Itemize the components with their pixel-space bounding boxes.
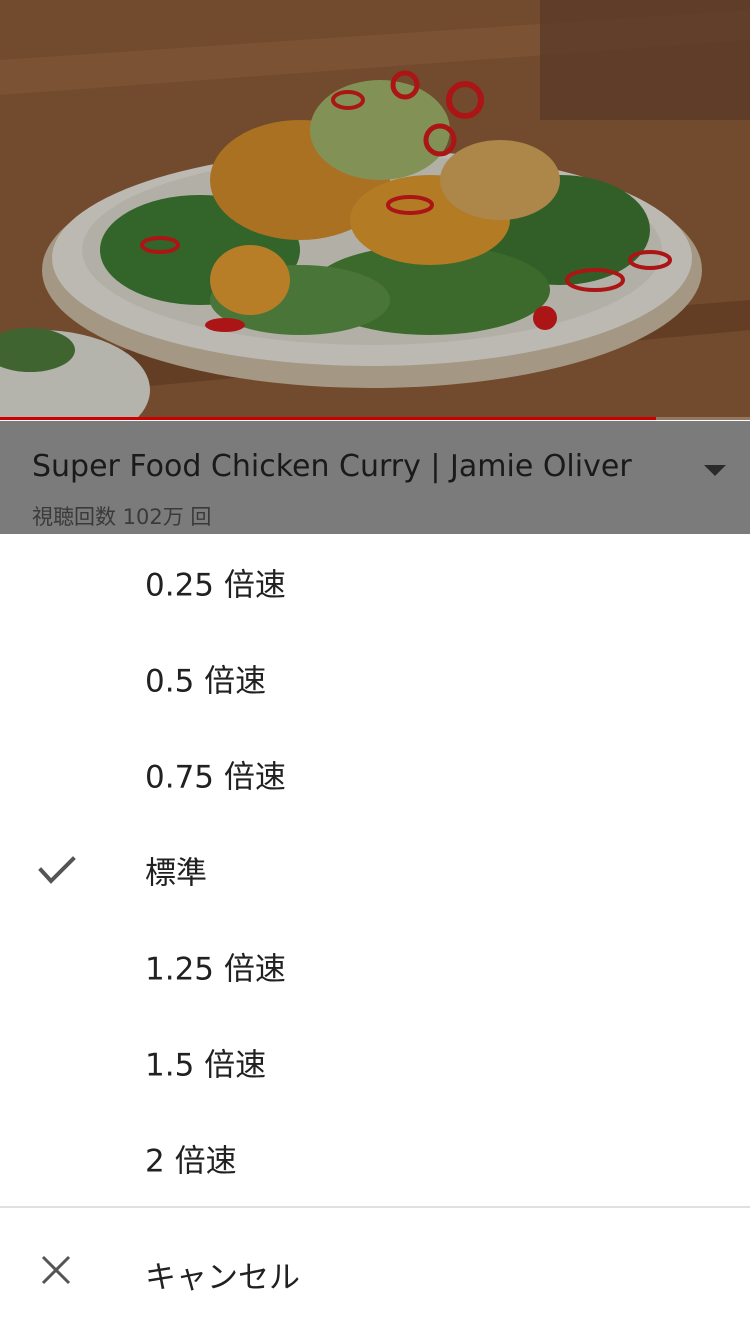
progress-bar-fill bbox=[0, 417, 656, 420]
cancel-button[interactable]: キャンセル bbox=[0, 1208, 750, 1334]
speed-option-label: 2 倍速 bbox=[145, 1143, 237, 1180]
playback-speed-sheet: 0.25 倍速 0.5 倍速 0.75 倍速 標準 1.25 倍速 1.5 倍速… bbox=[0, 534, 750, 1334]
speed-option-label: 0.5 倍速 bbox=[145, 663, 267, 700]
video-title[interactable]: Super Food Chicken Curry | Jamie Oliver bbox=[32, 449, 632, 484]
video-dim-overlay bbox=[0, 0, 750, 420]
speed-option-normal[interactable]: 標準 bbox=[0, 822, 750, 918]
speed-option-label: 1.25 倍速 bbox=[145, 951, 286, 988]
video-player[interactable] bbox=[0, 0, 750, 420]
speed-option-label: 0.75 倍速 bbox=[145, 759, 286, 796]
speed-option-1.25[interactable]: 1.25 倍速 bbox=[0, 918, 750, 1014]
speed-option-1.5[interactable]: 1.5 倍速 bbox=[0, 1014, 750, 1110]
speed-option-0.25[interactable]: 0.25 倍速 bbox=[0, 534, 750, 630]
app-screen: Super Food Chicken Curry | Jamie Oliver … bbox=[0, 0, 750, 1334]
speed-option-label: 標準 bbox=[145, 855, 207, 892]
progress-bar[interactable] bbox=[0, 417, 750, 420]
cancel-label: キャンセル bbox=[145, 1260, 300, 1296]
video-info: Super Food Chicken Curry | Jamie Oliver … bbox=[0, 421, 750, 534]
speed-option-label: 1.5 倍速 bbox=[145, 1047, 267, 1084]
speed-option-0.75[interactable]: 0.75 倍速 bbox=[0, 726, 750, 822]
close-icon bbox=[41, 1255, 71, 1285]
checkmark-icon bbox=[38, 856, 76, 884]
speed-option-2[interactable]: 2 倍速 bbox=[0, 1110, 750, 1206]
view-count: 視聴回数 102万 回 bbox=[32, 505, 212, 529]
chevron-down-icon[interactable] bbox=[704, 465, 726, 476]
speed-option-0.5[interactable]: 0.5 倍速 bbox=[0, 630, 750, 726]
speed-option-label: 0.25 倍速 bbox=[145, 567, 286, 604]
